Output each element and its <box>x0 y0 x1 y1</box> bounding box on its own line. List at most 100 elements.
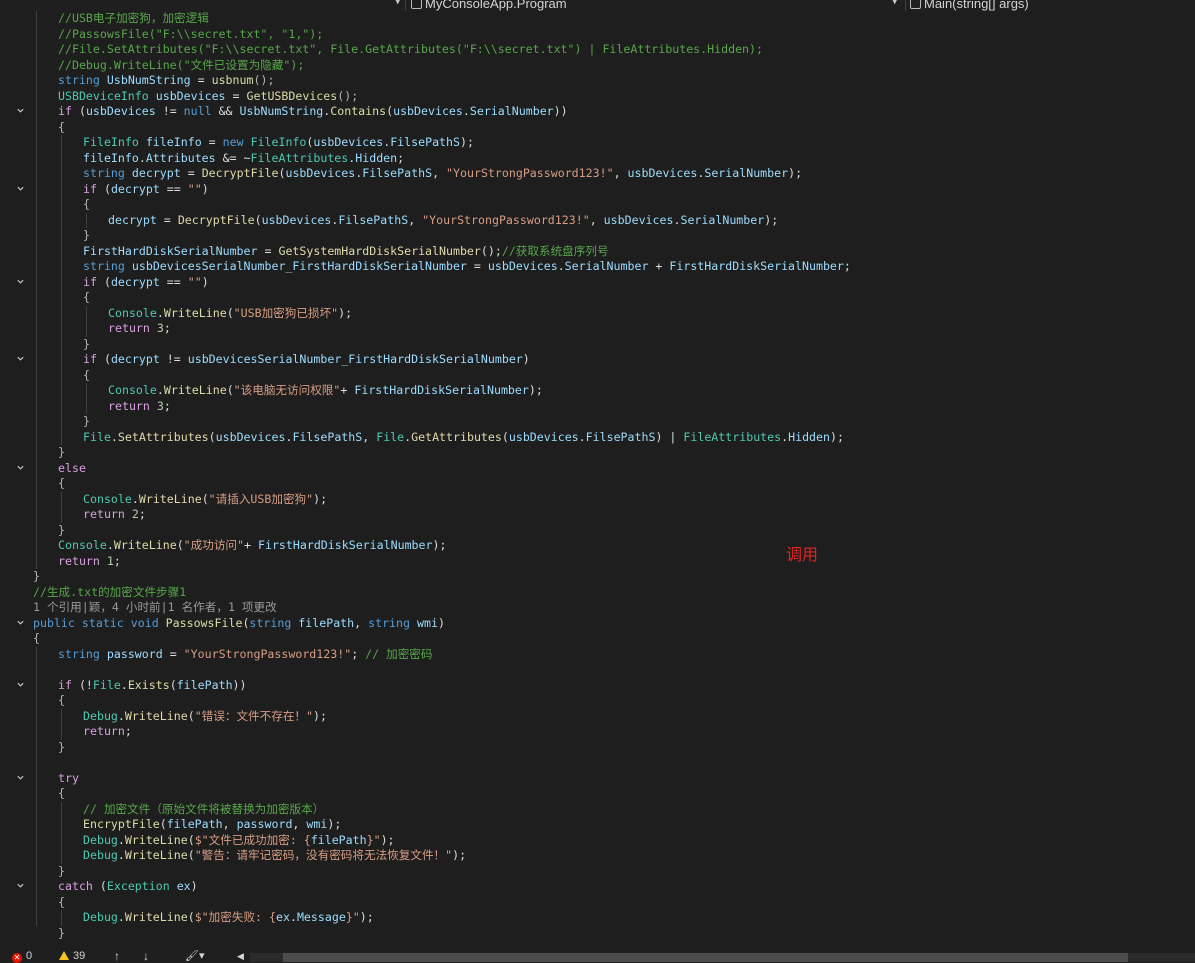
code-line[interactable]: { <box>0 368 1195 384</box>
code-line[interactable]: //PassowsFile("F:\\secret.txt", "1,"); <box>0 27 1195 43</box>
code-line[interactable]: Debug.WriteLine("错误：文件不存在！"); <box>0 709 1195 725</box>
warning-count[interactable]: 39 <box>59 950 85 963</box>
fold-chevron-icon[interactable] <box>14 104 26 120</box>
code-token: "USB加密狗已损坏" <box>233 305 339 320</box>
fold-chevron-icon[interactable] <box>14 352 26 368</box>
fold-chevron-icon[interactable] <box>14 616 26 632</box>
code-token: SerialNumber <box>564 259 649 273</box>
code-line[interactable]: //Debug.WriteLine("文件已设置为隐藏"); <box>0 58 1195 74</box>
code-line[interactable]: USBDeviceInfo usbDevices = GetUSBDevices… <box>0 89 1195 105</box>
code-line[interactable]: //USB电子加密狗，加密逻辑 <box>0 11 1195 27</box>
code-line[interactable]: //生成.txt的加密文件步骤1 <box>0 585 1195 601</box>
codelens-info[interactable]: 1 个引用|颖，4 小时前|1 名作者，1 项更改 <box>33 600 277 616</box>
code-line[interactable]: } <box>0 414 1195 430</box>
code-line[interactable]: { <box>0 290 1195 306</box>
class-dropdown-arrow-icon[interactable]: ▼ <box>892 0 897 7</box>
code-line[interactable]: } <box>0 864 1195 880</box>
code-token: GetUSBDevices <box>246 88 338 103</box>
code-token: { <box>58 894 65 909</box>
code-line[interactable]: Console.WriteLine("请插入USB加密狗"); <box>0 492 1195 508</box>
fold-chevron-icon[interactable] <box>14 461 26 477</box>
code-line[interactable]: string usbDevicesSerialNumber_FirstHardD… <box>0 259 1195 275</box>
scroll-left-arrow-icon[interactable]: ◀ <box>237 950 244 963</box>
code-line[interactable]: { <box>0 120 1195 136</box>
code-line[interactable]: return 3; <box>0 321 1195 337</box>
code-line[interactable]: Debug.WriteLine($"加密失败: {ex.Message}"); <box>0 910 1195 926</box>
code-line[interactable]: if (!File.Exists(filePath)) <box>0 678 1195 694</box>
code-line[interactable]: { <box>0 197 1195 213</box>
code-line[interactable]: if (decrypt != usbDevicesSerialNumber_Fi… <box>0 352 1195 368</box>
code-line[interactable]: Debug.WriteLine("警告：请牢记密码，没有密码将无法恢复文件！")… <box>0 848 1195 864</box>
code-line[interactable]: // 加密文件（原始文件将被替换为加密版本） <box>0 802 1195 818</box>
code-line[interactable]: return 1; <box>0 554 1195 570</box>
code-token: filePath <box>298 615 355 630</box>
member-dropdown[interactable]: Main(string[] args) <box>910 0 1029 11</box>
code-line[interactable]: } <box>0 337 1195 353</box>
class-dropdown[interactable]: MyConsoleApp.Program <box>411 0 567 11</box>
code-cleanup-brush-icon[interactable]: 🖌▾ <box>185 950 205 963</box>
code-line[interactable]: } <box>0 740 1195 756</box>
code-token: GetSystemHardDiskSerialNumber <box>278 243 481 258</box>
code-line[interactable]: { <box>0 631 1195 647</box>
indent-guide <box>86 212 87 228</box>
code-line[interactable]: catch (Exception ex) <box>0 879 1195 895</box>
code-line[interactable]: return 2; <box>0 507 1195 523</box>
code-token: decrypt <box>110 181 160 196</box>
code-line[interactable]: decrypt = DecryptFile(usbDevices.FilsePa… <box>0 213 1195 229</box>
code-line[interactable]: { <box>0 476 1195 492</box>
code-line[interactable]: else <box>0 461 1195 477</box>
code-line[interactable]: File.SetAttributes(usbDevices.FilsePathS… <box>0 430 1195 446</box>
code-token: { <box>33 631 40 645</box>
code-token: . <box>110 429 118 444</box>
code-line[interactable]: //File.SetAttributes("F:\\secret.txt", F… <box>0 42 1195 58</box>
code-line[interactable] <box>0 755 1195 771</box>
previous-issue-button[interactable]: ↑ <box>114 950 120 963</box>
code-line[interactable]: } <box>0 569 1195 585</box>
code-text: Console.WriteLine("USB加密狗已损坏"); <box>108 306 352 322</box>
code-token: File <box>83 429 111 444</box>
code-line[interactable]: Console.WriteLine("USB加密狗已损坏"); <box>0 306 1195 322</box>
code-line[interactable]: FileInfo fileInfo = new FileInfo(usbDevi… <box>0 135 1195 151</box>
code-line[interactable] <box>0 662 1195 678</box>
code-line[interactable]: if (usbDevices != null && UsbNumString.C… <box>0 104 1195 120</box>
code-line[interactable]: { <box>0 693 1195 709</box>
code-editor[interactable]: //USB电子加密狗，加密逻辑//PassowsFile("F:\\secret… <box>0 11 1195 950</box>
code-line[interactable]: try <box>0 771 1195 787</box>
project-dropdown-arrow-icon[interactable]: ▼ <box>395 0 400 7</box>
code-line[interactable]: { <box>0 786 1195 802</box>
code-line[interactable]: } <box>0 523 1195 539</box>
code-line[interactable]: string decrypt = DecryptFile(usbDevices.… <box>0 166 1195 182</box>
fold-chevron-icon[interactable] <box>14 275 26 291</box>
code-token: . <box>138 150 146 165</box>
code-token: WriteLine <box>124 848 188 862</box>
fold-chevron-icon[interactable] <box>14 771 26 787</box>
code-line[interactable]: Console.WriteLine("该电脑无访问权限"+ FirstHardD… <box>0 383 1195 399</box>
code-line[interactable]: return; <box>0 724 1195 740</box>
fold-chevron-icon[interactable] <box>14 678 26 694</box>
code-line[interactable]: } <box>0 445 1195 461</box>
code-line[interactable]: Console.WriteLine("成功访问"+ FirstHardDiskS… <box>0 538 1195 554</box>
code-token: ); <box>830 429 844 444</box>
code-line[interactable]: fileInfo.Attributes &= ~FileAttributes.H… <box>0 151 1195 167</box>
code-text: string decrypt = DecryptFile(usbDevices.… <box>83 166 802 182</box>
code-line[interactable]: FirstHardDiskSerialNumber = GetSystemHar… <box>0 244 1195 260</box>
fold-chevron-icon[interactable] <box>14 182 26 198</box>
code-line[interactable]: } <box>0 228 1195 244</box>
code-line[interactable]: public static void PassowsFile(string fi… <box>0 616 1195 632</box>
error-count[interactable]: ✕ 0 <box>12 950 32 963</box>
code-line[interactable]: { <box>0 895 1195 911</box>
horizontal-scrollbar-thumb[interactable] <box>283 953 1128 962</box>
next-issue-button[interactable]: ↓ <box>143 950 149 963</box>
code-line[interactable]: string UsbNumString = usbnum(); <box>0 73 1195 89</box>
code-line[interactable]: 1 个引用|颖，4 小时前|1 名作者，1 项更改 <box>0 600 1195 616</box>
code-line[interactable]: if (decrypt == "") <box>0 275 1195 291</box>
code-line[interactable]: Debug.WriteLine($"文件已成功加密: {filePath}"); <box>0 833 1195 849</box>
fold-chevron-icon[interactable] <box>14 879 26 895</box>
code-line[interactable]: EncryptFile(filePath, password, wmi); <box>0 817 1195 833</box>
code-line[interactable]: } <box>0 926 1195 942</box>
code-line[interactable]: string password = "YourStrongPassword123… <box>0 647 1195 663</box>
code-token: return <box>58 553 100 568</box>
code-line[interactable]: return 3; <box>0 399 1195 415</box>
code-token: SerialNumber <box>469 104 554 118</box>
code-line[interactable]: if (decrypt == "") <box>0 182 1195 198</box>
